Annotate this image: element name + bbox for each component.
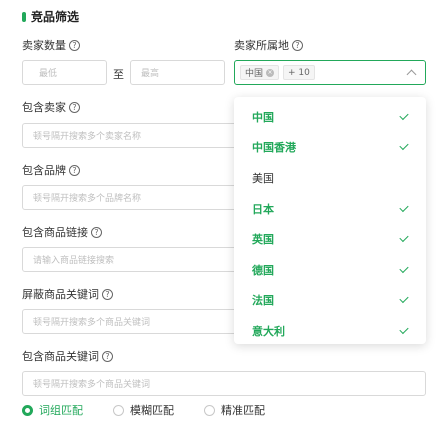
selected-tag: 中国 × (240, 65, 280, 80)
help-icon[interactable]: ? (69, 164, 80, 176)
chevron-up-icon[interactable] (406, 69, 417, 80)
seller-count-min-input[interactable]: 最低 (22, 60, 107, 85)
tag-close-icon[interactable]: × (266, 68, 275, 77)
include-seller-label: 包含卖家 ? (22, 99, 80, 115)
include-keyword-input[interactable]: 顿号隔开搜索多个商品关键词 (22, 371, 426, 396)
radio-label: 模糊匹配 (130, 404, 174, 417)
check-icon (399, 293, 409, 304)
check-icon (399, 232, 409, 243)
section-marker (22, 11, 26, 22)
seller-count-label-text: 卖家数量 (22, 39, 66, 52)
help-icon[interactable]: ? (91, 226, 102, 238)
selected-tag-label: 中国 (245, 69, 264, 79)
radio-phrase-match[interactable]: 词组匹配 (22, 402, 83, 418)
include-seller-input[interactable]: 顿号隔开搜索多个卖家名称 (22, 123, 242, 148)
radio-checked-icon[interactable] (22, 404, 33, 416)
match-mode-group: 词组匹配 模糊匹配 精准匹配 (22, 402, 295, 418)
dropdown-option-uk[interactable]: 英国 (234, 224, 426, 254)
include-link-label: 包含商品链接 ? (22, 224, 102, 240)
radio-label: 精准匹配 (221, 404, 265, 417)
dropdown-option-france[interactable]: 法国 (234, 285, 426, 315)
check-icon (399, 140, 409, 151)
exclude-keyword-input[interactable]: 顿号隔开搜索多个商品关键词 (22, 309, 242, 334)
radio-exact-match[interactable]: 精准匹配 (204, 402, 265, 418)
include-link-input[interactable]: 请输入商品链接搜索 (22, 247, 242, 272)
radio-unchecked-icon[interactable] (204, 404, 215, 416)
include-link-label-text: 包含商品链接 (22, 226, 88, 239)
seller-count-label: 卖家数量 ? (22, 37, 80, 53)
section-title: 竞品筛选 (31, 10, 80, 24)
include-seller-label-text: 包含卖家 (22, 101, 66, 114)
help-icon[interactable]: ? (69, 101, 80, 113)
option-label: 中国 (252, 111, 274, 124)
radio-label: 词组匹配 (39, 404, 83, 417)
include-brand-input[interactable]: 顿号隔开搜索多个品牌名称 (22, 185, 242, 210)
seller-count-max-input[interactable]: 最高 (130, 60, 225, 85)
option-label: 美国 (252, 172, 274, 185)
option-label: 法国 (252, 294, 274, 307)
dropdown-option-italy[interactable]: 意大利 (234, 316, 426, 346)
seller-region-label: 卖家所属地 ? (234, 37, 303, 53)
more-count-tag: + 10 (283, 65, 315, 80)
check-icon (399, 110, 409, 121)
exclude-keyword-label: 屏蔽商品关键词 ? (22, 286, 113, 302)
seller-region-label-text: 卖家所属地 (234, 39, 289, 52)
check-icon (399, 324, 409, 335)
radio-unchecked-icon[interactable] (113, 404, 124, 416)
help-icon[interactable]: ? (102, 350, 113, 362)
dropdown-option-hongkong[interactable]: 中国香港 (234, 132, 426, 162)
include-brand-label: 包含品牌 ? (22, 162, 80, 178)
include-keyword-label-text: 包含商品关键词 (22, 350, 99, 363)
seller-region-select[interactable]: 中国 × + 10 (234, 60, 426, 85)
region-dropdown-menu: 中国 中国香港 美国 日本 英国 德国 法国 意大利 (234, 97, 426, 344)
dropdown-option-china[interactable]: 中国 (234, 102, 426, 132)
range-separator: 至 (113, 68, 124, 81)
dropdown-option-japan[interactable]: 日本 (234, 194, 426, 224)
option-label: 中国香港 (252, 141, 296, 154)
section-header: 竞品筛选 (22, 8, 79, 25)
check-icon (399, 263, 409, 274)
include-brand-label-text: 包含品牌 (22, 164, 66, 177)
help-icon[interactable]: ? (102, 288, 113, 300)
exclude-keyword-label-text: 屏蔽商品关键词 (22, 288, 99, 301)
help-icon[interactable]: ? (292, 39, 303, 51)
option-label: 意大利 (252, 325, 285, 338)
option-label: 德国 (252, 264, 274, 277)
include-keyword-label: 包含商品关键词 ? (22, 348, 113, 364)
dropdown-option-usa[interactable]: 美国 (234, 163, 426, 193)
option-label: 日本 (252, 203, 274, 216)
help-icon[interactable]: ? (69, 39, 80, 51)
check-icon (399, 202, 409, 213)
radio-fuzzy-match[interactable]: 模糊匹配 (113, 402, 174, 418)
option-label: 英国 (252, 233, 274, 246)
dropdown-option-germany[interactable]: 德国 (234, 255, 426, 285)
